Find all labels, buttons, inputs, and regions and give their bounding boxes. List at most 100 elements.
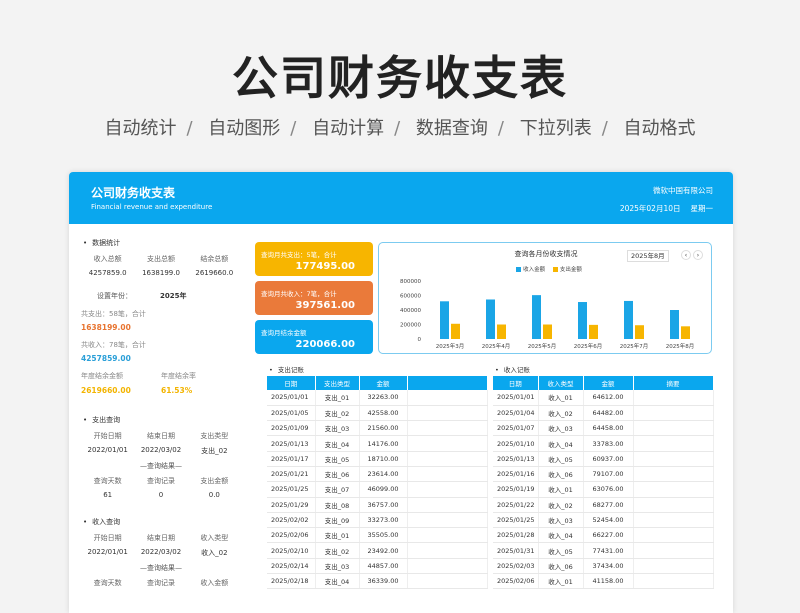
table-cell[interactable]: 64458.00 bbox=[583, 420, 634, 437]
table-row[interactable]: 2025/02/10 支出_02 23492.00 bbox=[267, 542, 488, 559]
table-cell[interactable]: 37434.00 bbox=[583, 558, 634, 575]
end-date-input[interactable]: 2022/03/02 bbox=[134, 548, 187, 558]
table-cell[interactable]: 收入_01 bbox=[538, 573, 584, 590]
table-cell[interactable]: 2025/01/28 bbox=[493, 527, 539, 544]
prev-month-button[interactable]: ‹ bbox=[681, 250, 691, 260]
end-date-input[interactable]: 2022/03/02 bbox=[134, 446, 187, 456]
table-cell[interactable] bbox=[407, 497, 488, 513]
table-row[interactable]: 2025/01/04 收入_02 64482.00 bbox=[493, 405, 714, 422]
table-cell[interactable] bbox=[407, 420, 488, 437]
table-row[interactable]: 2025/01/17 支出_05 18710.00 bbox=[267, 451, 488, 467]
table-cell[interactable]: 2025/01/25 bbox=[493, 512, 539, 529]
table-cell[interactable] bbox=[407, 405, 488, 422]
table-cell[interactable]: 2025/01/19 bbox=[493, 481, 539, 498]
table-cell[interactable] bbox=[633, 512, 714, 529]
table-cell[interactable]: 2025/01/13 bbox=[493, 451, 539, 467]
table-row[interactable]: 2025/01/05 支出_02 42558.00 bbox=[267, 405, 488, 422]
table-cell[interactable]: 2025/01/10 bbox=[493, 435, 539, 452]
table-cell[interactable]: 支出_03 bbox=[315, 420, 360, 437]
income-type-select[interactable]: 收入_02 bbox=[188, 548, 241, 558]
expense-type-select[interactable]: 支出_02 bbox=[188, 446, 241, 456]
table-cell[interactable] bbox=[407, 558, 488, 575]
table-cell[interactable]: 35505.00 bbox=[359, 527, 408, 544]
table-cell[interactable]: 2025/02/14 bbox=[267, 558, 316, 575]
table-cell[interactable]: 18710.00 bbox=[359, 451, 408, 467]
table-cell[interactable] bbox=[633, 497, 714, 513]
table-row[interactable]: 2025/02/02 支出_09 33273.00 bbox=[267, 512, 488, 529]
table-cell[interactable]: 收入_04 bbox=[538, 435, 584, 452]
table-cell[interactable] bbox=[633, 527, 714, 544]
table-cell[interactable] bbox=[407, 512, 488, 529]
table-cell[interactable]: 2025/01/01 bbox=[267, 390, 316, 406]
table-cell[interactable]: 2025/01/22 bbox=[493, 497, 539, 513]
table-cell[interactable] bbox=[407, 466, 488, 483]
table-cell[interactable]: 2025/02/06 bbox=[267, 527, 316, 544]
table-cell[interactable] bbox=[633, 405, 714, 422]
table-cell[interactable]: 2025/01/25 bbox=[267, 481, 316, 498]
table-cell[interactable]: 33273.00 bbox=[359, 512, 408, 529]
table-cell[interactable]: 52454.00 bbox=[583, 512, 634, 529]
table-cell[interactable]: 2025/01/17 bbox=[267, 451, 316, 467]
table-cell[interactable]: 2025/02/10 bbox=[267, 542, 316, 559]
table-row[interactable]: 2025/01/22 收入_02 68277.00 bbox=[493, 497, 714, 513]
table-cell[interactable]: 收入_06 bbox=[538, 466, 584, 483]
next-month-button[interactable]: › bbox=[693, 250, 703, 260]
table-cell[interactable]: 66227.00 bbox=[583, 527, 634, 544]
table-row[interactable]: 2025/02/14 支出_03 44857.00 bbox=[267, 558, 488, 575]
table-row[interactable]: 2025/01/25 支出_07 46099.00 bbox=[267, 481, 488, 498]
table-cell[interactable]: 收入_03 bbox=[538, 420, 584, 437]
table-cell[interactable]: 60937.00 bbox=[583, 451, 634, 467]
table-cell[interactable] bbox=[633, 390, 714, 406]
table-row[interactable]: 2025/02/03 收入_06 37434.00 bbox=[493, 558, 714, 575]
table-cell[interactable]: 2025/01/31 bbox=[493, 542, 539, 559]
table-cell[interactable]: 支出_01 bbox=[315, 527, 360, 544]
table-cell[interactable]: 2025/01/21 bbox=[267, 466, 316, 483]
table-cell[interactable]: 42558.00 bbox=[359, 405, 408, 422]
table-cell[interactable]: 收入_02 bbox=[538, 497, 584, 513]
month-select[interactable]: 2025年8月 bbox=[627, 250, 669, 262]
table-cell[interactable]: 77431.00 bbox=[583, 542, 634, 559]
table-cell[interactable]: 21560.00 bbox=[359, 420, 408, 437]
start-date-input[interactable]: 2022/01/01 bbox=[81, 548, 134, 558]
table-row[interactable]: 2025/02/06 收入_01 41158.00 bbox=[493, 573, 714, 590]
table-cell[interactable]: 23492.00 bbox=[359, 542, 408, 559]
table-row[interactable]: 2025/02/06 支出_01 35505.00 bbox=[267, 527, 488, 544]
table-cell[interactable]: 23614.00 bbox=[359, 466, 408, 483]
table-row[interactable]: 2025/01/21 支出_06 23614.00 bbox=[267, 466, 488, 483]
table-row[interactable]: 2025/01/13 收入_05 60937.00 bbox=[493, 451, 714, 467]
table-row[interactable]: 2025/01/31 收入_05 77431.00 bbox=[493, 542, 714, 559]
table-cell[interactable]: 收入_01 bbox=[538, 481, 584, 498]
table-cell[interactable]: 14176.00 bbox=[359, 435, 408, 452]
table-cell[interactable]: 收入_05 bbox=[538, 451, 584, 467]
table-cell[interactable]: 36339.00 bbox=[359, 573, 408, 590]
table-row[interactable]: 2025/01/13 支出_04 14176.00 bbox=[267, 435, 488, 452]
table-cell[interactable]: 32263.00 bbox=[359, 390, 408, 406]
table-cell[interactable]: 64612.00 bbox=[583, 390, 634, 406]
table-cell[interactable] bbox=[633, 542, 714, 559]
table-cell[interactable]: 收入_03 bbox=[538, 512, 584, 529]
table-row[interactable]: 2025/01/25 收入_03 52454.00 bbox=[493, 512, 714, 529]
table-cell[interactable]: 支出_06 bbox=[315, 466, 360, 483]
table-cell[interactable] bbox=[407, 481, 488, 498]
table-row[interactable]: 2025/02/18 支出_04 36339.00 bbox=[267, 573, 488, 590]
table-cell[interactable] bbox=[407, 573, 488, 590]
table-cell[interactable]: 2025/01/05 bbox=[267, 405, 316, 422]
table-cell[interactable] bbox=[633, 466, 714, 483]
table-cell[interactable]: 2025/01/04 bbox=[493, 405, 539, 422]
table-cell[interactable]: 41158.00 bbox=[583, 573, 634, 590]
table-cell[interactable]: 支出_08 bbox=[315, 497, 360, 513]
table-cell[interactable]: 收入_05 bbox=[538, 542, 584, 559]
year-select[interactable]: 2025年 bbox=[160, 291, 186, 301]
table-cell[interactable]: 2025/01/09 bbox=[267, 420, 316, 437]
table-cell[interactable] bbox=[633, 435, 714, 452]
table-cell[interactable]: 2025/02/06 bbox=[493, 573, 539, 590]
table-row[interactable]: 2025/01/19 收入_01 63076.00 bbox=[493, 481, 714, 498]
table-cell[interactable]: 支出_05 bbox=[315, 451, 360, 467]
table-cell[interactable] bbox=[633, 558, 714, 575]
table-cell[interactable] bbox=[407, 435, 488, 452]
table-cell[interactable]: 64482.00 bbox=[583, 405, 634, 422]
table-cell[interactable] bbox=[407, 542, 488, 559]
table-cell[interactable]: 2025/02/18 bbox=[267, 573, 316, 590]
table-row[interactable]: 2025/01/07 收入_03 64458.00 bbox=[493, 420, 714, 437]
table-cell[interactable]: 63076.00 bbox=[583, 481, 634, 498]
